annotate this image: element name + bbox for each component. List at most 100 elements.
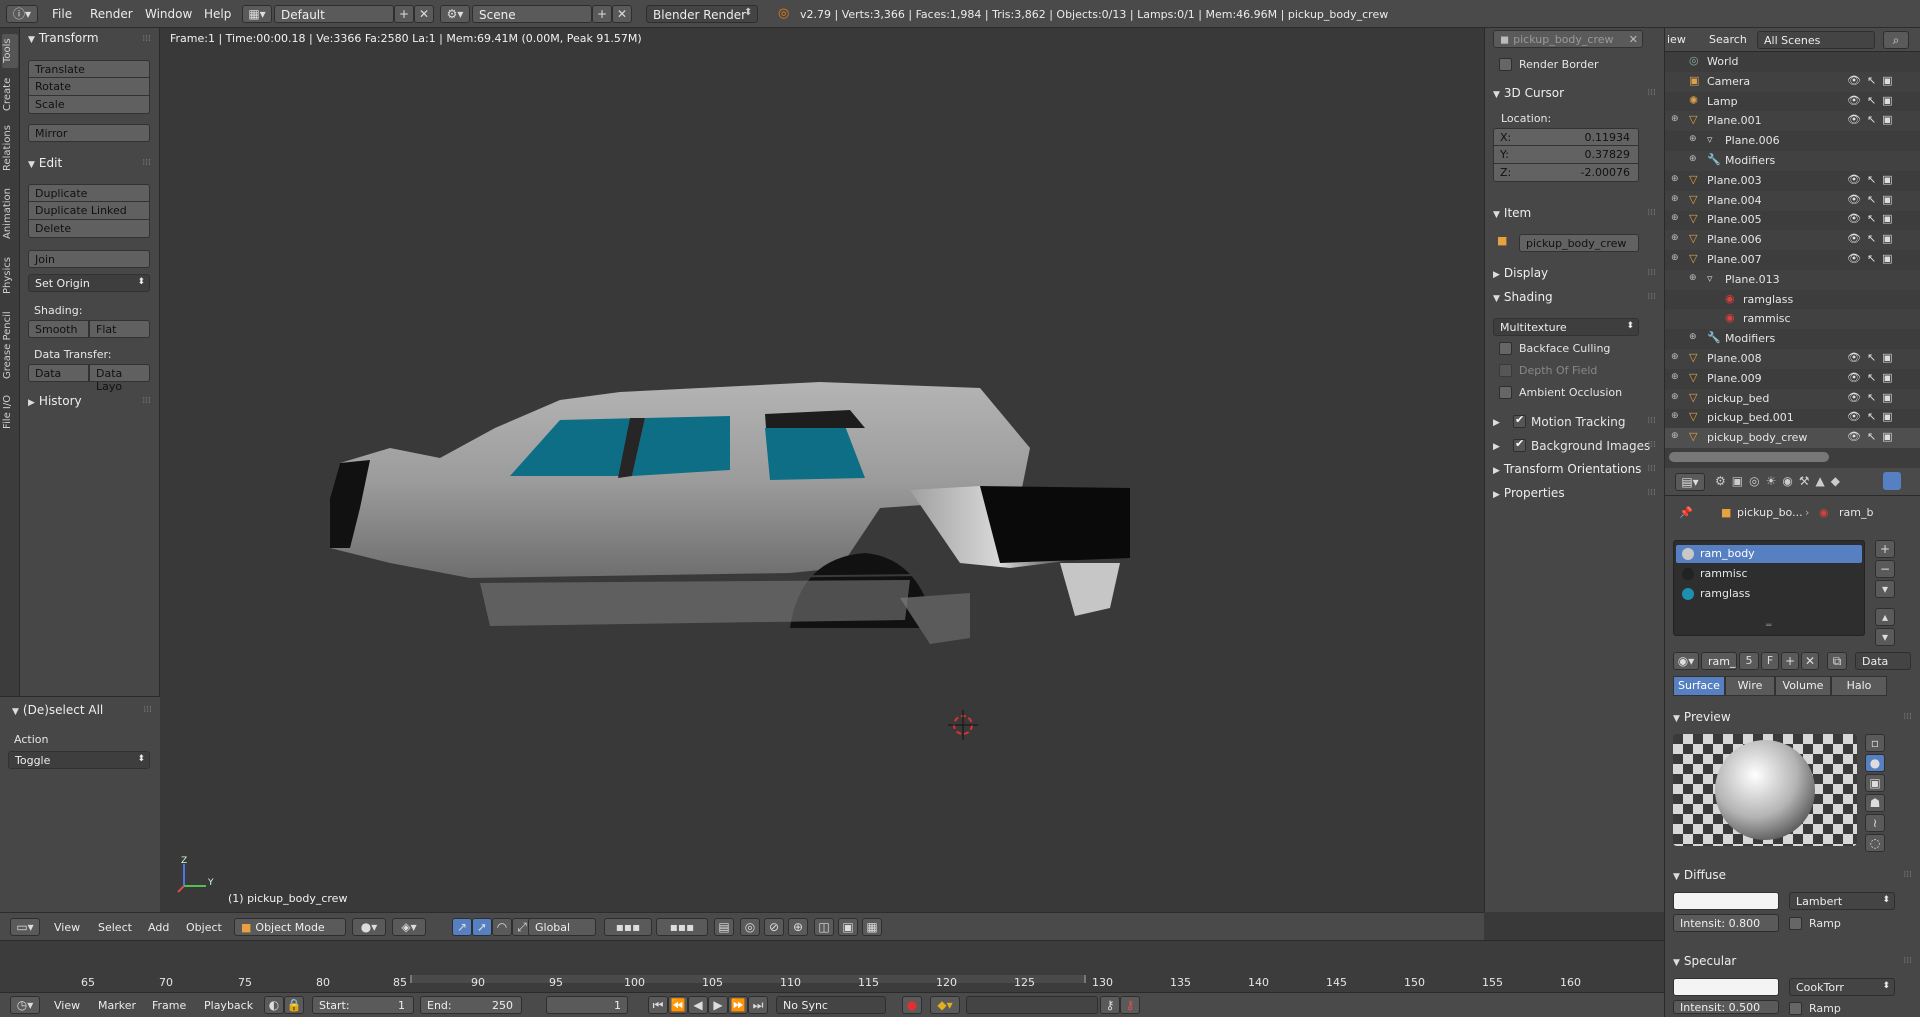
duplicate-button[interactable]: Duplicate (28, 184, 150, 202)
render-preview-icon[interactable]: ◫ (814, 918, 834, 936)
timeline-menu-view[interactable]: View (54, 999, 80, 1012)
drag-handle-icon[interactable]: ⁞⁞⁞ (143, 705, 152, 715)
preview-sphere-icon[interactable]: ● (1865, 754, 1885, 772)
item-name-field[interactable]: pickup_body_crew (1519, 234, 1639, 252)
layers-grid-2-icon[interactable]: ▪▪▪ (656, 918, 708, 936)
drag-handle-icon[interactable]: ⁞⁞⁞ (1647, 416, 1656, 426)
outliner-menu-search[interactable]: Search (1709, 33, 1747, 46)
drag-handle-icon[interactable]: ⁞⁞⁞ (1903, 712, 1912, 722)
expand-toggle-icon[interactable]: ⊕ (1671, 213, 1679, 223)
current-frame-field[interactable]: 1 (546, 996, 628, 1014)
flat-button[interactable]: Flat (89, 320, 150, 338)
keying-set-icon[interactable]: ◆▾ (930, 996, 960, 1014)
jump-keyframe-fwd-icon[interactable]: ⏩ (728, 996, 748, 1014)
drag-handle-icon[interactable]: ⁞⁞⁞ (1647, 440, 1656, 450)
snap-target-icon[interactable]: ⊕ (788, 918, 808, 936)
background-images-checkbox[interactable] (1513, 437, 1526, 452)
material-slot[interactable]: ram_body (1682, 547, 1755, 560)
cursor-z-field[interactable]: Z: -2.00076 (1493, 164, 1639, 182)
outliner-row[interactable]: ▣ Camera 👁↖▣ (1665, 71, 1920, 92)
outliner-row[interactable]: ✺ Lamp 👁↖▣ (1665, 92, 1920, 112)
outliner-row[interactable]: ⊕ ▽ Plane.007 👁↖▣ (1665, 250, 1920, 270)
preview-monkey-icon[interactable]: ☗ (1865, 794, 1885, 812)
menu-window[interactable]: Window (145, 7, 192, 21)
editor-type-icon[interactable]: ▭▾ (10, 918, 40, 936)
delete-keyframe-icon[interactable]: ⚷ (1120, 996, 1140, 1014)
cursor-x-field[interactable]: X: 0.11934 (1493, 128, 1639, 146)
action-dropdown[interactable]: Toggle ⬍ (8, 751, 150, 769)
proportional-edit-icon[interactable]: ◎ (740, 918, 760, 936)
specular-ramp-checkbox[interactable] (1789, 1002, 1802, 1015)
expand-toggle-icon[interactable]: ⊕ (1671, 431, 1679, 441)
tab-halo[interactable]: Halo (1831, 676, 1887, 696)
preview-range-icon[interactable]: ◐ (264, 996, 284, 1014)
mirror-button[interactable]: Mirror (28, 124, 150, 142)
pickup-truck-model[interactable] (320, 358, 1160, 688)
motion-tracking-checkbox[interactable] (1513, 413, 1526, 428)
tab-tools[interactable]: Tools (2, 34, 18, 68)
restriction-toggles-icon[interactable]: 👁↖▣ (1847, 94, 1899, 107)
join-button[interactable]: Join (28, 250, 150, 268)
link-icon[interactable]: ⧉ (1827, 652, 1847, 670)
jump-start-icon[interactable]: ⏮ (648, 996, 668, 1014)
tab-relations[interactable]: Relations (2, 120, 18, 176)
add-scene-icon[interactable]: + (592, 5, 612, 23)
menu-add[interactable]: Add (148, 921, 169, 934)
outliner-row[interactable]: ⊕ ▿ Plane.013 (1665, 269, 1920, 290)
expand-toggle-icon[interactable]: ⊕ (1689, 332, 1697, 342)
start-frame-field[interactable]: Start: 1 (312, 996, 414, 1014)
rotate-button[interactable]: Rotate (28, 78, 150, 96)
unlink-material-icon[interactable]: ✕ (1801, 652, 1819, 670)
restriction-toggles-icon[interactable]: 👁↖▣ (1847, 74, 1899, 87)
drag-handle-icon[interactable]: ⁞⁞⁞ (1647, 268, 1656, 278)
drag-handle-icon[interactable]: ⁞⁞⁞ (1647, 488, 1656, 498)
move-slot-up-icon[interactable]: ▴ (1875, 608, 1895, 626)
timeline-menu-playback[interactable]: Playback (204, 999, 253, 1012)
material-slot[interactable]: rammisc (1682, 567, 1748, 580)
display-panel-header[interactable]: ▶ Display (1493, 266, 1548, 280)
end-frame-field[interactable]: End: 250 (420, 996, 522, 1014)
drag-handle-icon[interactable]: ⁞⁞⁞ (1647, 88, 1656, 98)
depth-of-field-checkbox[interactable] (1499, 364, 1512, 377)
diffuse-panel-header[interactable]: ▼ Diffuse (1673, 868, 1726, 882)
pin-icon[interactable]: 📌 (1679, 506, 1693, 519)
outliner-scrollbar[interactable] (1669, 452, 1829, 462)
material-slots-list[interactable]: ram_body rammisc ramglass ═ (1673, 540, 1865, 636)
preview-cube-icon[interactable]: ▣ (1865, 774, 1885, 792)
outliner-menu-view[interactable]: iew (1667, 33, 1686, 46)
tab-animation[interactable]: Animation (2, 182, 18, 246)
restriction-toggles-icon[interactable]: 👁↖▣ (1847, 232, 1899, 245)
history-panel-header[interactable]: ▶ History (28, 394, 82, 408)
display-mode-select[interactable]: All Scenes (1757, 31, 1875, 49)
layout-selector[interactable]: Default (274, 5, 394, 23)
tab-create[interactable]: Create (2, 74, 18, 114)
tab-volume[interactable]: Volume (1775, 676, 1831, 696)
fake-user-toggle[interactable]: F (1761, 652, 1779, 670)
timeline-editor-icon[interactable]: ◷▾ (10, 996, 40, 1014)
outliner-row[interactable]: ⊕ ▽ Plane.008 👁↖▣ (1665, 349, 1920, 369)
backface-culling-checkbox[interactable] (1499, 342, 1512, 355)
drag-handle-icon[interactable]: ⁞⁞⁞ (142, 34, 151, 44)
properties-search-field[interactable]: ◼ pickup_body_crew ✕ (1493, 30, 1643, 48)
new-material-icon[interactable]: + (1781, 652, 1799, 670)
restriction-toggles-icon[interactable]: 👁↖▣ (1847, 410, 1899, 423)
tab-surface[interactable]: Surface (1673, 676, 1725, 696)
diffuse-shader-select[interactable]: Lambert ⬍ (1789, 892, 1895, 910)
render-engine-select[interactable]: Blender Render (646, 5, 758, 23)
ambient-occlusion-checkbox[interactable] (1499, 386, 1512, 399)
expand-toggle-icon[interactable]: ⊕ (1671, 372, 1679, 382)
diffuse-ramp-checkbox[interactable] (1789, 917, 1802, 930)
remove-slot-icon[interactable]: − (1875, 560, 1895, 578)
diffuse-color-swatch[interactable] (1673, 892, 1779, 910)
smooth-button[interactable]: Smooth (28, 320, 89, 338)
timeline-menu-frame[interactable]: Frame (152, 999, 186, 1012)
specular-intensity-slider[interactable]: Intensit: 0.500 (1673, 1000, 1779, 1014)
add-layout-icon[interactable]: + (394, 5, 414, 23)
restriction-toggles-icon[interactable]: 👁↖▣ (1847, 252, 1899, 265)
specular-panel-header[interactable]: ▼ Specular (1673, 954, 1736, 968)
keying-set-field[interactable] (966, 996, 1098, 1014)
expand-toggle-icon[interactable]: ⊕ (1671, 174, 1679, 184)
shading-mode-icon[interactable]: ●▾ (352, 918, 386, 936)
menu-view[interactable]: View (54, 921, 80, 934)
search-icon[interactable]: ⌕ (1883, 31, 1909, 49)
